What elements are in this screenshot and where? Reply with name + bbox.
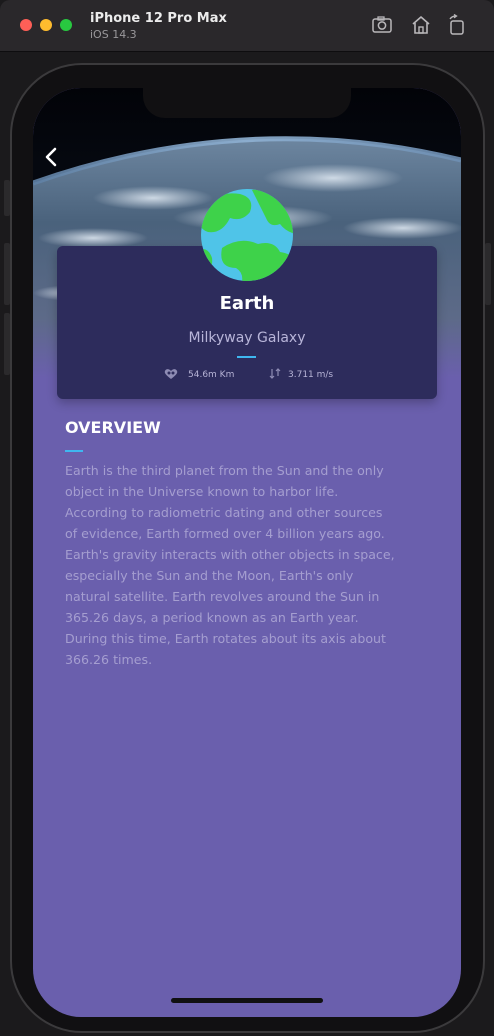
overview-line: 366.26 times. <box>65 652 153 667</box>
home-icon[interactable] <box>410 14 432 36</box>
overview-line: of evidence, Earth formed over 4 billion… <box>65 526 385 541</box>
overview-divider <box>65 450 83 452</box>
distance-value: 54.6m Km <box>188 370 235 380</box>
galaxy-name: Milkyway Galaxy <box>188 330 306 346</box>
camera-notch <box>143 88 351 118</box>
zoom-window-button[interactable] <box>60 19 72 31</box>
gravity-value: 3.711 m/s <box>288 370 334 380</box>
overview-line: Earth's gravity interacts with other obj… <box>65 547 395 562</box>
overview-line: Earth is the third planet from the Sun a… <box>65 463 384 478</box>
os-version: iOS 14.3 <box>90 28 137 41</box>
overview-line: natural satellite. Earth revolves around… <box>65 589 380 604</box>
screenshot-icon[interactable] <box>371 14 393 36</box>
overview-line: According to radiometric dating and othe… <box>65 505 383 520</box>
distance-icon <box>164 369 178 379</box>
app-screen: Earth Milkyway Galaxy 54.6m Km 3.711 m/s… <box>33 88 461 1017</box>
home-indicator[interactable] <box>171 998 323 1003</box>
simulator-title-bar: iPhone 12 Pro Max iOS 14.3 <box>0 0 494 52</box>
accent-divider <box>237 356 256 358</box>
planet-name: Earth <box>219 293 275 314</box>
power-button <box>485 243 491 305</box>
overview-heading: OVERVIEW <box>65 418 161 437</box>
overview-body: Earth is the third planet from the Sun a… <box>65 460 427 670</box>
back-chevron-icon[interactable] <box>41 146 63 168</box>
overview-line: 365.26 days, a period known as an Earth … <box>65 610 359 625</box>
overview-line: especially the Sun and the Moon, Earth's… <box>65 568 354 583</box>
close-window-button[interactable] <box>20 19 32 31</box>
earth-planet-icon <box>201 189 293 281</box>
overview-line: object in the Universe known to harbor l… <box>65 484 339 499</box>
minimize-window-button[interactable] <box>40 19 52 31</box>
overview-line: During this time, Earth rotates about it… <box>65 631 386 646</box>
rotate-icon[interactable] <box>446 14 468 36</box>
device-name: iPhone 12 Pro Max <box>90 11 227 26</box>
gravity-arrows-icon <box>269 368 281 379</box>
